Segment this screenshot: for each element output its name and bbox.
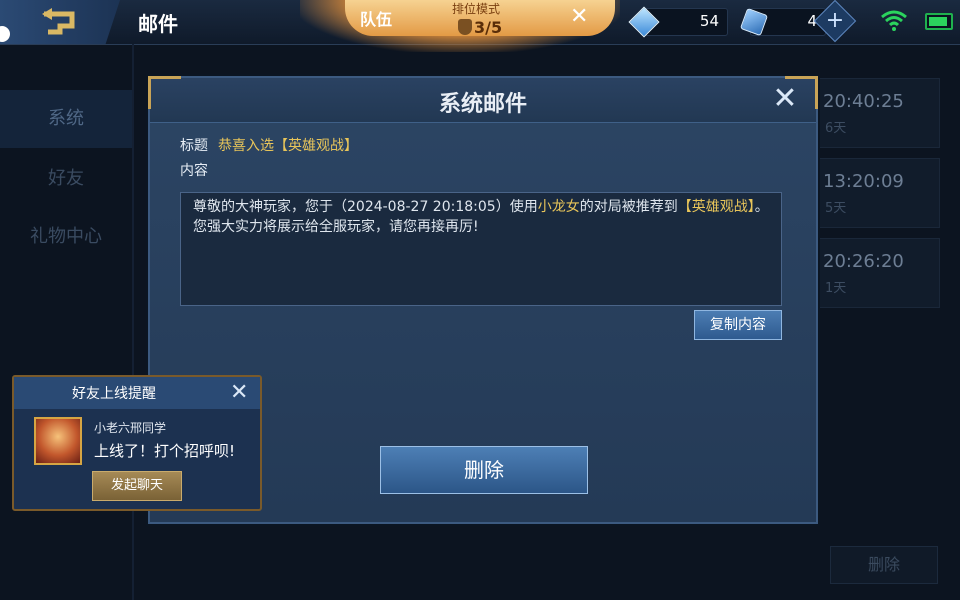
close-icon[interactable]: ✕ [768,82,802,116]
mail-time: 13:20:09 [823,171,904,192]
mail-content-box: 尊敬的大神玩家，您于（2024-08-27 20:18:05）使用小龙女的对局被… [180,192,782,306]
team-close-icon[interactable]: ✕ [570,4,588,29]
dialog-title: 系统邮件 [438,92,527,117]
content-text: 您强大实力将展示给全服玩家，请您再接再厉! [193,219,479,235]
rank-shield-icon [458,19,472,35]
diamond-counter: 54 [628,6,728,38]
mail-time: 20:26:20 [823,251,904,272]
mail-time: 20:40:25 [823,91,904,112]
back-button[interactable] [0,0,120,44]
mail-list-item[interactable]: 20:40:25 6天 [818,78,940,148]
coupon-icon [739,7,769,37]
toast-message: 上线了！打个招呼呗! [94,442,236,460]
start-chat-button[interactable]: 发起聊天 [92,471,182,501]
rank-progress: 3/5 [458,18,502,37]
top-bar: 邮件 队伍 排位模式 3/5 ✕ 54 4 + [0,0,960,52]
mail-expiry: 6天 [825,121,847,136]
plus-icon: + [825,8,845,33]
diamond-value: 54 [699,12,719,30]
battery-icon [925,13,953,30]
page-title: 邮件 [138,12,178,36]
toast-title: 好友上线提醒 [72,386,156,402]
sidebar-tab-system[interactable]: 系统 [0,90,132,148]
content-label: 内容 [180,163,208,179]
mail-expiry: 5天 [825,201,847,216]
rank-mode-label: 排位模式 [452,2,501,16]
subject-label: 标题 [180,138,208,154]
friend-online-toast: 好友上线提醒 ✕ 小老六邢同学 上线了！打个招呼呗! 发起聊天 [12,375,262,511]
friend-name: 小老六邢同学 [94,421,167,435]
rank-progress-value: 3/5 [474,18,503,37]
hero-name: 小龙女 [537,199,580,215]
team-label: 队伍 [360,10,393,29]
sidebar-tab-gift-center[interactable]: 礼物中心 [0,208,132,266]
diamond-icon [628,6,660,38]
mail-expiry: 1天 [825,281,847,296]
mail-content: 尊敬的大神玩家，您于（2024-08-27 20:18:05）使用小龙女的对局被… [193,197,773,237]
wifi-icon [880,8,908,32]
mail-subject: 恭喜入选【英雄观战】 [218,138,358,154]
sidebar-tab-friends[interactable]: 好友 [0,150,132,208]
delete-button[interactable]: 删除 [380,446,588,494]
friend-avatar[interactable] [34,417,82,465]
copy-content-button[interactable]: 复制内容 [694,310,782,340]
mail-list-item[interactable]: 20:26:20 1天 [818,238,940,308]
mail-list-item[interactable]: 13:20:09 5天 [818,158,940,228]
feature-name: 【英雄观战】 [677,199,755,215]
close-icon[interactable]: ✕ [230,380,248,405]
sidebar-divider [132,44,134,600]
content-text: 尊敬的大神玩家，您于（2024-08-27 20:18:05）使用 [193,199,538,215]
back-arrow-icon [38,6,88,36]
background-delete-button[interactable]: 删除 [830,546,938,584]
content-text: 的对局被推荐到 [579,199,678,215]
content-text: 。 [754,199,769,215]
